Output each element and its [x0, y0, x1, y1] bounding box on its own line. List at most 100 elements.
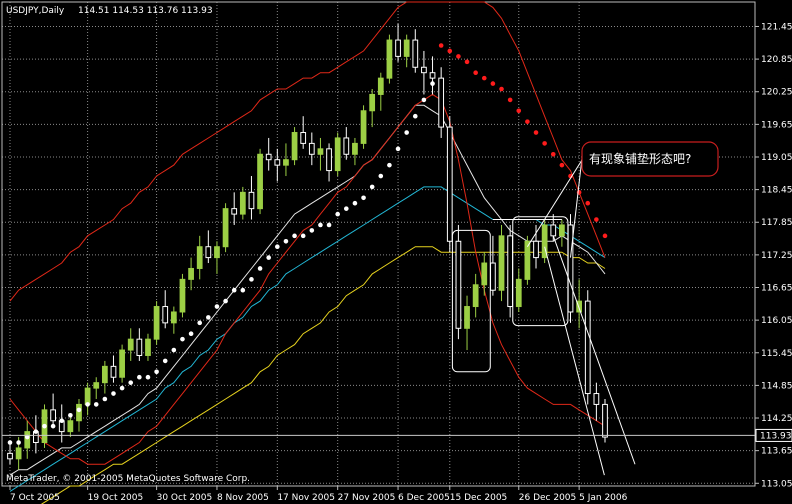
candle-body — [153, 306, 160, 340]
candle-body — [188, 267, 194, 280]
annotation-text: 有现象铺垫形态吧? — [589, 151, 691, 166]
candle-body — [464, 306, 470, 329]
psar-dot — [369, 184, 375, 190]
candle-body — [360, 110, 367, 144]
chart-window[interactable]: 121.45 120.85 120.25 119.65 119.05 118.45 117.… — [0, 0, 792, 504]
psar-dot — [361, 195, 366, 201]
psar-dot — [507, 97, 513, 103]
candle-body — [196, 246, 203, 269]
candle — [567, 214, 574, 323]
psar-dot — [7, 440, 13, 445]
candle-body — [334, 137, 341, 172]
psar-dot — [283, 238, 289, 244]
candle-body — [239, 191, 246, 215]
candle-body — [110, 365, 117, 378]
psar-dot — [309, 228, 315, 233]
candle-body — [162, 306, 169, 324]
x-tick-label: 30 Oct 2005 — [157, 493, 213, 503]
chart-title: USDJPY,Daily — [6, 6, 65, 16]
y-tick-label: 114.25 — [761, 414, 792, 424]
psar-dot — [335, 211, 340, 217]
candle-body — [24, 431, 31, 449]
psar-dot — [128, 380, 134, 385]
y-tick-label: 117.25 — [761, 251, 792, 261]
candle-body — [455, 240, 462, 329]
psar-dot — [559, 162, 565, 168]
x-tick-label: 7 Oct 2005 — [10, 493, 60, 503]
candle-body — [76, 403, 82, 422]
candle — [438, 67, 445, 138]
y-tick-label: 114.85 — [761, 381, 792, 391]
candle-body — [421, 66, 427, 74]
y-tick-label: 116.65 — [761, 284, 792, 294]
psar-dot — [318, 222, 323, 228]
psar-dot — [50, 423, 56, 429]
candle-body — [283, 159, 289, 166]
psar-dot — [119, 385, 125, 391]
candle-body — [377, 77, 384, 95]
psar-dot — [378, 173, 384, 179]
psar-dot — [447, 48, 453, 54]
current-price-label: 113.93 — [760, 431, 792, 441]
copyright-text: MetaTrader, © 2001-2005 MetaQuotes Softw… — [6, 474, 250, 484]
x-tick-label: 26 Dec 2005 — [519, 493, 577, 503]
candle-body — [265, 153, 272, 161]
candle-body — [412, 39, 419, 68]
psar-dot — [300, 233, 306, 239]
candle-body — [559, 224, 565, 237]
psar-dot — [171, 347, 177, 353]
psar-dot — [59, 418, 65, 424]
psar-dot — [214, 304, 220, 309]
candle-body — [231, 208, 238, 215]
candle-body — [403, 39, 410, 57]
candle-body — [93, 382, 100, 389]
candle — [153, 301, 160, 345]
candle — [498, 224, 505, 302]
psar-dot — [602, 233, 608, 239]
psar-dot — [275, 244, 280, 250]
x-tick-label: 15 Dec 2005 — [450, 493, 508, 503]
y-tick-label: 121.45 — [761, 22, 792, 32]
psar-dot — [516, 108, 522, 114]
candle — [541, 219, 548, 264]
psar-dot — [464, 59, 470, 65]
candle-body — [145, 338, 151, 356]
psar-dot — [231, 287, 237, 293]
psar-dot — [266, 255, 271, 260]
candle-body — [274, 159, 281, 166]
candle-body — [343, 137, 350, 155]
psar-dot — [412, 113, 418, 119]
candle-body — [67, 420, 74, 433]
candle-body — [369, 93, 376, 112]
candle-body — [101, 365, 108, 384]
candle-body — [205, 246, 212, 259]
candle-body — [7, 452, 13, 460]
candle-body — [550, 224, 557, 237]
y-tick-label: 120.85 — [761, 55, 792, 65]
psar-dot — [42, 423, 47, 429]
y-tick-label: 113.65 — [761, 447, 792, 457]
annotation-callout[interactable]: 有现象铺垫形态吧? — [581, 141, 719, 177]
candle — [386, 34, 393, 84]
usdjpy-daily-chart[interactable]: 121.45 120.85 120.25 119.65 119.05 118.45 117.… — [0, 0, 792, 504]
psar-dot — [188, 331, 194, 337]
x-tick-label: 6 Dec 2005 — [398, 493, 450, 503]
candle-body — [291, 132, 298, 161]
psar-dot — [292, 233, 297, 239]
candle-body — [214, 246, 220, 259]
candle-body — [170, 311, 177, 324]
candle-body — [593, 393, 600, 405]
psar-dot — [481, 75, 487, 81]
psar-dot — [102, 396, 108, 402]
psar-dot — [525, 119, 530, 124]
candle-body — [386, 39, 393, 79]
candle-body — [429, 72, 436, 79]
candle — [257, 148, 263, 215]
psar-dot — [499, 86, 504, 92]
candle-body — [136, 338, 143, 356]
chart-background — [0, 0, 792, 504]
psar-dot — [395, 146, 401, 152]
candle — [179, 273, 186, 318]
psar-dot — [76, 407, 82, 413]
psar-dot — [594, 217, 599, 222]
